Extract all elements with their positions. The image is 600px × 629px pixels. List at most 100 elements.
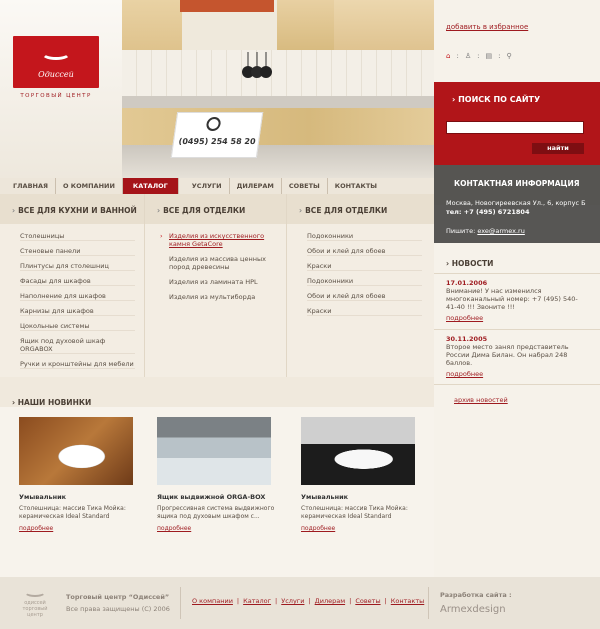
contact-info: Москва, Новогиреевская Ул., 6, корпус Б … (434, 199, 600, 243)
pans-icon (242, 52, 272, 78)
footer-link-about[interactable]: О компании (192, 597, 233, 605)
developer-logo[interactable]: Armexdesign (440, 604, 506, 615)
product-title[interactable]: Умывальник (301, 493, 435, 501)
footer-links: О компании | Каталог | Услуги | Дилерам | Со… (192, 597, 425, 605)
column-title: › ВСЕ ДЛЯ ОТДЕЛКИ (145, 194, 286, 224)
catalog-link[interactable]: Стеновые панели (20, 247, 135, 256)
catalog-column: ›ВСЕ ДЛЯ ОТДЕЛКИ Изделия из искусственно… (145, 194, 287, 377)
phone-icon (205, 117, 222, 131)
novelties-title: › НАШИ НОВИНКИ (12, 398, 92, 407)
tagline: ТОРГОВЫЙ ЦЕНТР (20, 93, 92, 99)
footer-link-catalog[interactable]: Каталог (243, 597, 271, 605)
footer-logo-icon (24, 587, 46, 597)
search-title: › ПОИСК ПО САЙТУ (452, 95, 541, 104)
footer-link-tips[interactable]: Советы (355, 597, 380, 605)
catalog-link[interactable]: Подоконники (307, 277, 422, 286)
news-more-link[interactable]: подробнее (446, 370, 586, 378)
developer-label: Разработка сайта : (440, 591, 512, 599)
search-icon[interactable]: ⚲ (506, 52, 511, 60)
product-desc: Столешница: массив Тика Мойка: керамичес… (19, 505, 126, 520)
product-title[interactable]: Умывальник (19, 493, 153, 501)
phone-number: (0495) 254 58 20 (178, 137, 257, 146)
sitemap-icon[interactable]: ♙ (465, 52, 471, 60)
product-title[interactable]: Ящик выдвижной ORGA-BOX (157, 493, 291, 501)
catalog-link[interactable]: Изделия из массива ценных пород древесин… (169, 255, 284, 271)
footer-link-dealers[interactable]: Дилерам (315, 597, 345, 605)
catalog-link[interactable]: Обои и клей для обоев (307, 247, 422, 256)
bookmark-icon[interactable]: ▤ (485, 52, 492, 60)
product-card[interactable]: Умывальник Столешница: массив Тика Мойка… (301, 417, 435, 532)
search-input[interactable] (446, 121, 584, 134)
product-desc: Столешница: массив Тика Мойка: керамичес… (301, 505, 408, 520)
logo-swoosh-icon (41, 46, 71, 60)
contact-title: КОНТАКТНАЯ ИНФОРМАЦИЯ (454, 179, 580, 188)
main-nav: ГЛАВНАЯ О КОМПАНИИ КАТАЛОГ УСЛУГИ ДИЛЕРА… (0, 178, 434, 194)
footer: одиссей торговый центр Торговый центр “О… (0, 577, 600, 629)
catalog-link[interactable]: Цокольные системы (20, 322, 135, 331)
novelties-list: Умывальник Столешница: массив Тика Мойка… (0, 407, 434, 577)
logo-name: Одиссей (38, 70, 74, 79)
product-image[interactable] (157, 417, 271, 485)
catalog-menu: › ВСЕ ДЛЯ КУХНИ И ВАННОЙ Столешницы Стено… (0, 194, 434, 377)
brand-panel (0, 0, 122, 178)
news-item: 17.01.2006 Внимание! У нас изменился мно… (446, 279, 586, 322)
product-image[interactable] (301, 417, 415, 485)
news-date: 17.01.2006 (446, 279, 488, 287)
column-title: › ВСЕ ДЛЯ ОТДЕЛКИ (287, 194, 434, 224)
product-desc: Прогрессивная система выдвижного ящика п… (157, 505, 275, 520)
nav-catalog[interactable]: КАТАЛОГ (122, 178, 179, 194)
contact-email[interactable]: exe@armex.ru (477, 227, 525, 235)
write-label: Пишите: (446, 227, 476, 235)
news-text: Второе место занял представитель России … (446, 343, 569, 367)
logo[interactable]: Одиссей (13, 36, 99, 88)
home-icon[interactable]: ⌂ (446, 52, 450, 60)
product-image[interactable] (19, 417, 133, 485)
top-icons: ⌂: ♙: ▤: ⚲ (446, 52, 512, 60)
footer-company: Торговый центр “Одиссей” (66, 593, 170, 601)
product-more-link[interactable]: подробнее (19, 525, 153, 532)
catalog-link[interactable]: Краски (307, 307, 422, 316)
top-right-panel (434, 0, 600, 82)
news-more-link[interactable]: подробнее (446, 314, 586, 322)
nav-about[interactable]: О КОМПАНИИ (56, 178, 123, 194)
nav-tips[interactable]: СОВЕТЫ (282, 178, 328, 194)
catalog-link[interactable]: Обои и клей для обоев (307, 292, 422, 301)
nav-main[interactable]: ГЛАВНАЯ (6, 178, 57, 194)
news-text: Внимание! У нас изменился многоканальный… (446, 287, 578, 311)
add-to-favorites-link[interactable]: добавить в избранное (446, 23, 528, 31)
news-date: 30.11.2005 (446, 335, 488, 343)
catalog-link[interactable]: Изделия из мультиборда (169, 293, 284, 301)
kitchen-photo: (0495) 254 58 20 (122, 0, 434, 178)
news-archive-link[interactable]: архив новостей (454, 396, 508, 404)
contact-phone: тел: +7 (495) 6721804 (446, 208, 530, 216)
catalog-link[interactable]: Ручки и кронштейны для мебели (20, 360, 135, 369)
catalog-link[interactable]: Подоконники (307, 232, 422, 241)
footer-logo: одиссей торговый центр (18, 587, 52, 618)
catalog-link[interactable]: Плинтусы для столешниц (20, 262, 135, 271)
nav-dealers[interactable]: ДИЛЕРАМ (230, 178, 282, 194)
search-button[interactable]: найти (532, 143, 584, 154)
search-panel: › ПОИСК ПО САЙТУ найти (434, 82, 600, 165)
news-sidebar: › НОВОСТИ 17.01.2006 Внимание! У нас изм… (434, 243, 600, 577)
footer-link-services[interactable]: Услуги (281, 597, 304, 605)
contact-address: Москва, Новогиреевская Ул., 6, корпус Б (446, 199, 586, 207)
product-more-link[interactable]: подробнее (301, 525, 435, 532)
catalog-link[interactable]: Наполнение для шкафов (20, 292, 135, 301)
footer-link-contacts[interactable]: Контакты (391, 597, 424, 605)
catalog-column: › ВСЕ ДЛЯ КУХНИ И ВАННОЙ Столешницы Стено… (0, 194, 145, 377)
catalog-link[interactable]: Изделия из ламината HPL (169, 278, 284, 286)
catalog-link[interactable]: Столешницы (20, 232, 135, 241)
product-more-link[interactable]: подробнее (157, 525, 291, 532)
catalog-link[interactable]: Краски (307, 262, 422, 271)
catalog-link[interactable]: Карнизы для шкафов (20, 307, 135, 316)
product-card[interactable]: Ящик выдвижной ORGA-BOX Прогрессивная си… (157, 417, 291, 532)
catalog-link[interactable]: Фасады для шкафов (20, 277, 135, 286)
product-card[interactable]: Умывальник Столешница: массив Тика Мойка… (19, 417, 153, 532)
footer-rights: Все права защищены (С) 2006 (66, 605, 170, 613)
catalog-link[interactable]: Ящик под духовой шкаф ORGABOX (20, 337, 135, 354)
nav-services[interactable]: УСЛУГИ (185, 178, 230, 194)
phone-card: (0495) 254 58 20 (170, 112, 264, 158)
nav-contacts[interactable]: КОНТАКТЫ (328, 178, 384, 194)
catalog-link-active[interactable]: Изделия из искусственного камня GetaCore (160, 232, 284, 248)
catalog-column: › ВСЕ ДЛЯ ОТДЕЛКИ Подоконники Обои и клей… (287, 194, 434, 377)
